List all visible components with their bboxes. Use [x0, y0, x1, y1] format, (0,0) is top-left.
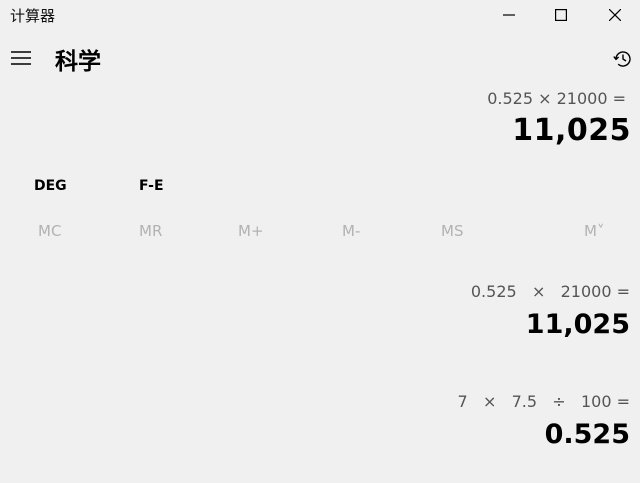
menu-button[interactable]	[8, 46, 34, 70]
maximize-icon	[555, 9, 567, 21]
memory-row: MC MR M+ M- MS M˅	[0, 222, 640, 242]
hamburger-icon	[11, 51, 31, 65]
memory-clear-button[interactable]: MC	[38, 222, 61, 240]
result-display: 11,025	[512, 113, 631, 148]
header: 科学	[0, 36, 640, 80]
history-item[interactable]: 0.525 × 21000 = 11,025	[471, 282, 630, 340]
minimize-button[interactable]	[486, 0, 532, 30]
history-button[interactable]	[608, 44, 638, 74]
close-icon	[609, 9, 621, 21]
mode-title: 科学	[55, 49, 101, 75]
history-result: 0.525	[544, 419, 630, 450]
close-button[interactable]	[592, 0, 638, 30]
minimize-icon	[503, 14, 515, 16]
history-expression: 7 × 7.5 ÷ 100 =	[457, 392, 631, 411]
app-title: 计算器	[10, 7, 56, 25]
fe-button[interactable]: F-E	[139, 178, 164, 194]
maximize-button[interactable]	[538, 0, 584, 30]
history-icon	[613, 51, 631, 67]
angle-mode-button[interactable]: DEG	[34, 178, 67, 194]
memory-list-button[interactable]: M˅	[584, 222, 604, 240]
memory-store-button[interactable]: MS	[441, 222, 463, 240]
history-item[interactable]: 7 × 7.5 ÷ 100 = 0.525	[458, 392, 631, 450]
title-bar: 计算器	[0, 0, 640, 30]
history-expression: 0.525 × 21000 =	[470, 282, 630, 301]
expression-display: 0.525 × 21000 =	[487, 89, 626, 108]
memory-subtract-button[interactable]: M-	[342, 222, 360, 240]
memory-recall-button[interactable]: MR	[139, 222, 162, 240]
history-result: 11,025	[525, 309, 630, 340]
memory-add-button[interactable]: M+	[238, 222, 264, 240]
